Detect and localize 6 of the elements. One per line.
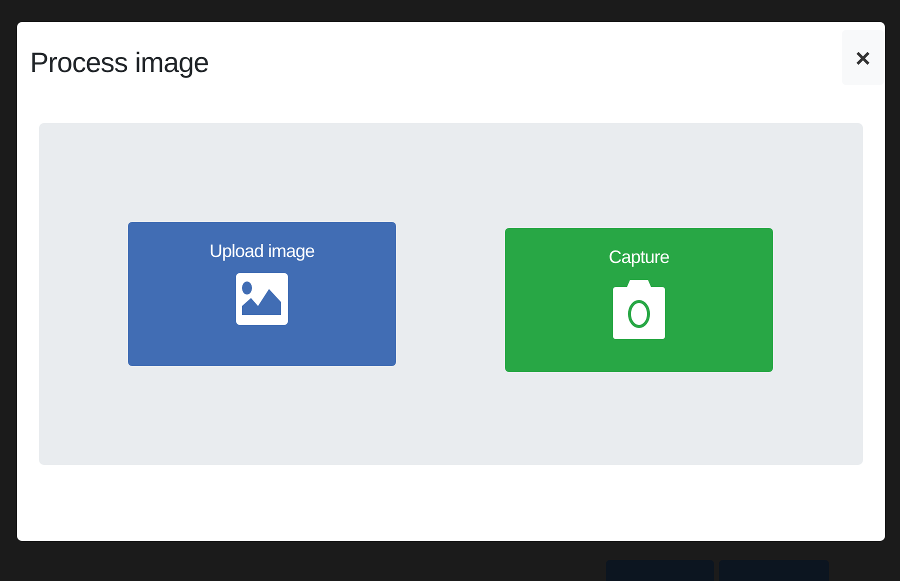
capture-button[interactable]: Capture	[505, 228, 773, 372]
dialog-title: Process image	[30, 46, 209, 80]
camera-icon	[613, 279, 665, 339]
close-button[interactable]: ×	[842, 30, 884, 85]
upload-button[interactable]: Upload image	[128, 222, 396, 366]
image-icon	[236, 273, 288, 325]
